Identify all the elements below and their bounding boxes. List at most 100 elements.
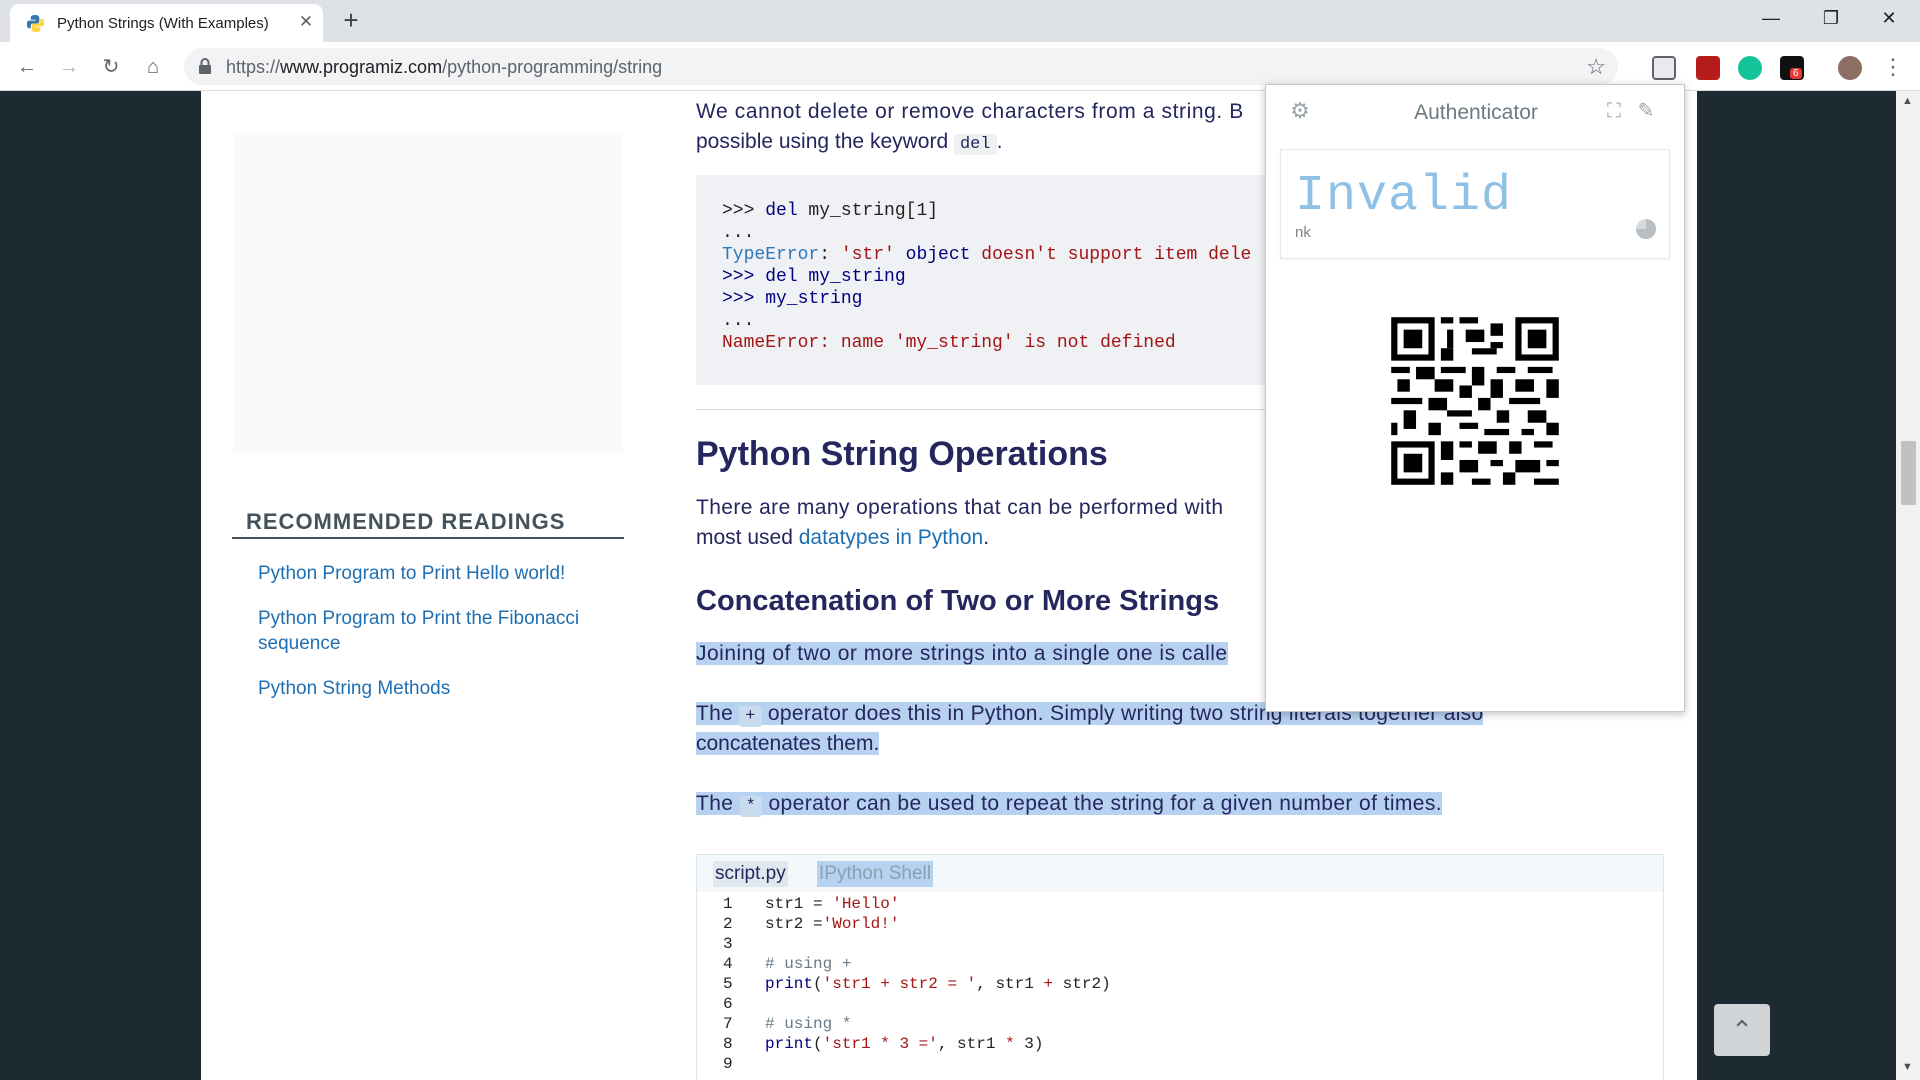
heading-concatenation: Concatenation of Two or More Strings (696, 585, 1220, 617)
source-line-2: str2 ='World!' (765, 915, 899, 933)
scrollbar-thumb[interactable] (1901, 441, 1916, 505)
url-path: /python-programming/string (442, 57, 663, 77)
amazon-extension-icon[interactable]: 6 (1780, 56, 1804, 80)
code-keyword: del (765, 201, 798, 221)
recommended-readings-heading: RECOMMENDED READINGS (246, 509, 566, 534)
plus-paragraph-line2: concatenates them. (696, 729, 880, 759)
edit-pencil-icon[interactable]: ✎ (1634, 99, 1658, 123)
star-operator-code: * (739, 796, 763, 817)
tab-ipython-shell[interactable]: IPython Shell (817, 861, 933, 887)
line-number: 5 (723, 975, 733, 993)
ad-placeholder (233, 133, 623, 453)
recommended-link-fibonacci[interactable]: Python Program to Print the Fibonacci se… (258, 606, 608, 656)
code-keyword: object (894, 245, 971, 265)
code-line-1: >>> del my_string[1] (722, 201, 938, 221)
join-paragraph: Joining of two or more strings into a si… (696, 639, 1228, 669)
scroll-down-arrow-icon[interactable]: ▼ (1902, 1061, 1913, 1073)
window-close-button[interactable]: ✕ (1866, 4, 1912, 34)
code-text: str2) (1053, 975, 1111, 993)
operations-paragraph-line2: most used datatypes in Python. (696, 523, 989, 553)
line-number: 6 (723, 995, 733, 1013)
extension-badge: 6 (1790, 68, 1802, 79)
maximize-button[interactable]: ❐ (1808, 4, 1854, 34)
source-line-1: str1 = 'Hello' (765, 895, 899, 913)
code-string: 'World!' (822, 915, 900, 933)
home-icon[interactable]: ⌂ (138, 52, 168, 82)
reload-icon[interactable]: ↻ (96, 52, 126, 82)
code-string: 'Hello' (832, 895, 900, 913)
scroll-to-top-button[interactable]: ⌃ (1714, 1004, 1770, 1056)
del-keyword-code: del (953, 134, 997, 155)
line-number: 7 (723, 1015, 733, 1033)
code-text: : name 'my_string' is not defined (819, 333, 1176, 353)
code-text: str1 = (765, 895, 833, 913)
code-text: : (819, 245, 841, 265)
account-name: nk (1295, 224, 1311, 241)
heading-underline (232, 537, 624, 539)
datatypes-link[interactable]: datatypes in Python (799, 526, 983, 549)
code-text: 3) (1014, 1035, 1044, 1053)
plus-text: The (696, 702, 740, 725)
acrobat-extension-icon[interactable] (1696, 56, 1720, 80)
line-number: 2 (723, 915, 733, 933)
source-line-4: # using + (765, 955, 852, 973)
profile-avatar[interactable] (1838, 56, 1862, 80)
code-text: , str1 (937, 1035, 1006, 1053)
recommended-link-hello-world[interactable]: Python Program to Print Hello world! (258, 561, 608, 586)
code-text: ( (813, 1035, 823, 1053)
tab-script-py[interactable]: script.py (713, 861, 788, 887)
tab-strip: Python Strings (With Examples) ✕ + — ❐ ✕ (0, 0, 1920, 42)
browser-tab[interactable]: Python Strings (With Examples) ✕ (10, 4, 323, 42)
qr-extension-icon[interactable] (1652, 56, 1676, 80)
selected-text: concatenates them. (696, 732, 880, 755)
scan-qr-icon[interactable]: ⛶ (1602, 99, 1626, 123)
delete-text: possible using the keyword (696, 130, 954, 153)
line-number: 9 (723, 1055, 733, 1073)
recommended-link-string-methods[interactable]: Python String Methods (258, 676, 608, 701)
url-scheme: https:// (226, 57, 281, 77)
qr-code-image (1385, 311, 1565, 491)
forward-arrow-icon[interactable]: → (54, 52, 84, 82)
address-bar[interactable]: https://www.programiz.com/python-program… (184, 48, 1618, 85)
heading-string-operations: Python String Operations (696, 435, 1108, 473)
bookmark-star-icon[interactable]: ☆ (1586, 54, 1606, 80)
code-string: 'str1 * 3 =' (822, 1035, 938, 1053)
code-line-2: ... (722, 223, 755, 243)
code-editor[interactable]: script.py IPython Shell 1 2 3 4 5 6 7 8 … (696, 854, 1664, 1080)
selected-text: The * operator can be used to repeat the… (696, 792, 1443, 817)
python-favicon-icon (26, 14, 45, 33)
operations-text: most used (696, 526, 799, 549)
source-line-5: print('str1 + str2 = ', str1 + str2) (765, 975, 1111, 993)
back-arrow-icon[interactable]: ← (12, 52, 42, 82)
star-text: The (696, 792, 740, 815)
menu-kebab-icon[interactable]: ⋮ (1878, 52, 1908, 82)
line-number: 4 (723, 955, 733, 973)
source-line-8: print('str1 * 3 =', str1 * 3) (765, 1035, 1043, 1053)
url-text: https://www.programiz.com/python-program… (226, 57, 662, 78)
tab-close-icon[interactable]: ✕ (296, 12, 316, 32)
code-line-3: TypeError: 'str' object doesn't support … (722, 245, 1251, 265)
new-tab-button[interactable]: + (338, 7, 364, 34)
operations-period: . (983, 526, 990, 549)
code-text: my_string[1] (797, 201, 939, 221)
selected-text: Joining of two or more strings into a si… (696, 642, 1228, 665)
code-line-4: >>> del my_string (722, 267, 906, 287)
minimize-button[interactable]: — (1748, 4, 1794, 34)
grammarly-extension-icon[interactable] (1738, 56, 1762, 80)
source-line-7: # using * (765, 1015, 852, 1033)
code-prompt: >>> (722, 201, 766, 221)
code-line-6: ... (722, 311, 755, 331)
account-entry[interactable]: Invalid nk (1280, 149, 1670, 259)
vertical-scrollbar[interactable]: ▲ ▼ (1896, 91, 1920, 1080)
authenticator-popup: ⚙ Authenticator ⛶ ✎ Invalid nk (1265, 84, 1685, 712)
code-error-name: TypeError (722, 245, 820, 265)
timer-pie-icon (1636, 219, 1656, 239)
code-function: print (765, 1035, 814, 1053)
code-text: str2 = (765, 915, 823, 933)
delete-paragraph-line1: We cannot delete or remove characters fr… (696, 100, 1244, 123)
operations-paragraph-line1: There are many operations that can be pe… (696, 496, 1224, 519)
star-paragraph: The * operator can be used to repeat the… (696, 789, 1443, 822)
scroll-up-arrow-icon[interactable]: ▲ (1902, 95, 1913, 107)
url-host: www.programiz.com (280, 57, 443, 77)
line-number: 8 (723, 1035, 733, 1053)
